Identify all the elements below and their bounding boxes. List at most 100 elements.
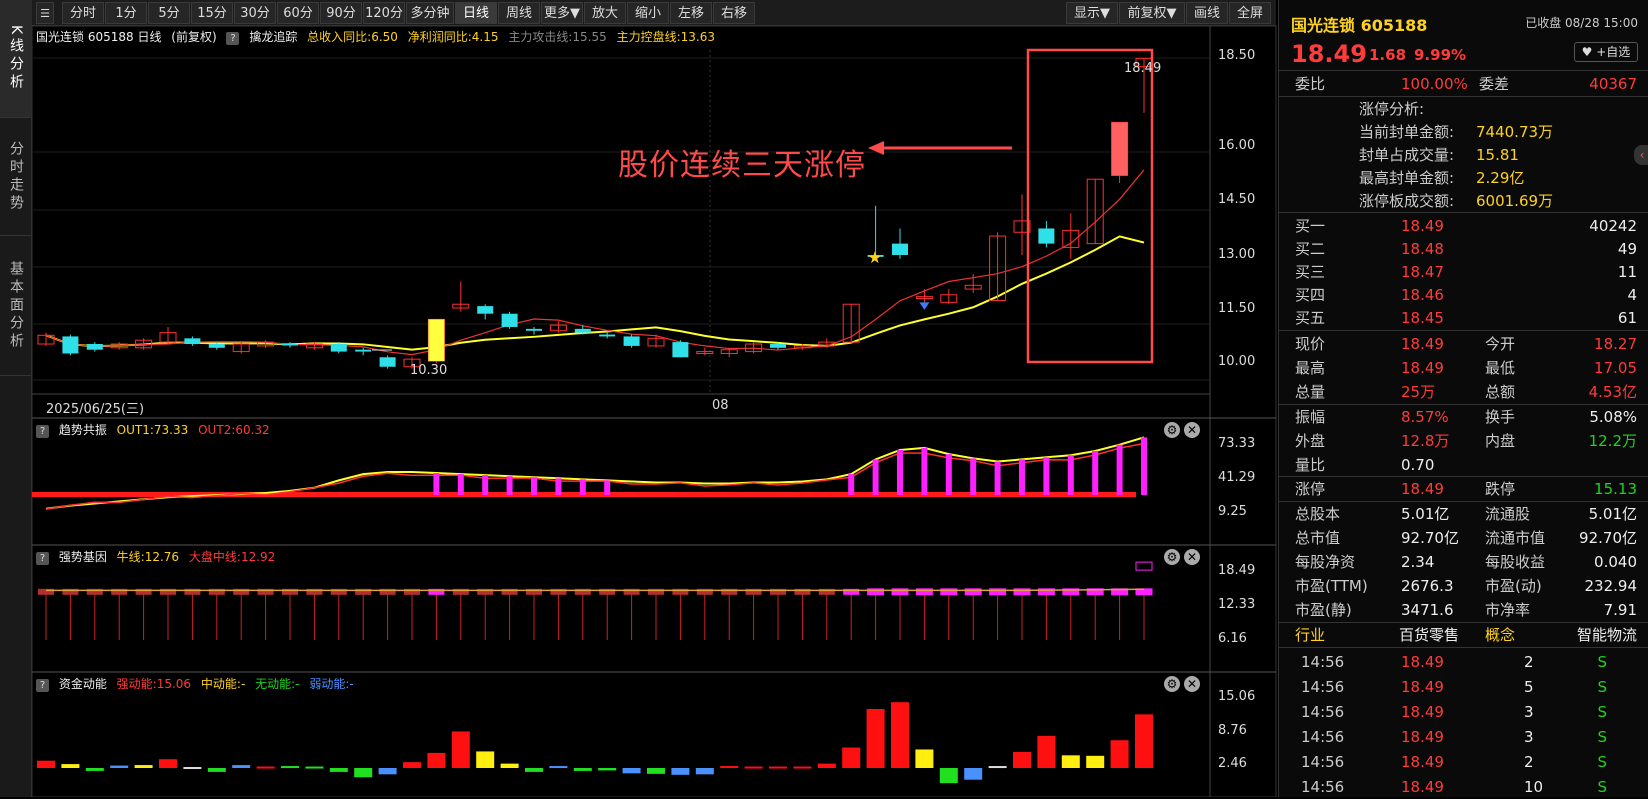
cell: 18.46: [1401, 286, 1444, 304]
toolbar-right-btn-3[interactable]: 全屏: [1229, 2, 1271, 24]
cell: S: [1597, 703, 1607, 721]
ma-red-line: [45, 169, 1145, 356]
pane1-header: ? 趋势共振 OUT1:73.33 OUT2:60.32: [36, 420, 276, 440]
cell: 市净率: [1485, 601, 1531, 619]
cell: 2: [1524, 753, 1534, 771]
help-icon[interactable]: ?: [36, 552, 49, 565]
candle-body-down: [526, 328, 542, 331]
weibi-row: 委比 100.00% 委差 40367: [1295, 75, 1637, 93]
toolbar-right-btn-2[interactable]: 画线: [1186, 2, 1228, 24]
candle-body-down: [282, 344, 298, 346]
cell: 12.2万: [1588, 432, 1637, 450]
date-label-left: 2025/06/25(三): [46, 402, 145, 417]
y-tick: 16.00: [1218, 138, 1256, 153]
pane3-bar: [37, 760, 55, 768]
pane3-bar: [1086, 755, 1105, 768]
y-tick: 41.29: [1218, 470, 1256, 485]
cell: 最高: [1295, 359, 1326, 377]
candle-body-down: [62, 336, 79, 354]
pane1-bar: [1116, 444, 1123, 495]
toolbar-btn-12[interactable]: 放大: [584, 2, 626, 24]
stat2-row: 量比 0.70: [1279, 453, 1648, 477]
settings-gear-icon[interactable]: ⚙: [1164, 549, 1180, 565]
pane3-bar: [403, 762, 421, 768]
cell: 14:56: [1301, 728, 1345, 746]
close-icon[interactable]: ✕: [1184, 422, 1200, 438]
add-favorite-button[interactable]: ♥ +自选: [1574, 42, 1638, 62]
cell: 17.05: [1594, 359, 1637, 377]
pane1-bar: [945, 454, 952, 495]
pane3-bar: [647, 768, 665, 774]
pane1-bar: [1141, 437, 1147, 495]
candle-body-down: [599, 334, 616, 337]
close-icon[interactable]: ✕: [1184, 676, 1200, 692]
collapse-panel-icon[interactable]: ‹: [1634, 145, 1648, 165]
cell: 4.53亿: [1588, 383, 1637, 401]
toolbar-btn-6[interactable]: 90分: [320, 2, 362, 24]
stat-row: 最高 18.49 最低 17.05: [1279, 356, 1648, 380]
toolbar-btn-5[interactable]: 60分: [277, 2, 319, 24]
settings-gear-icon[interactable]: ⚙: [1164, 422, 1180, 438]
toolbar-btn-8[interactable]: 多分钟: [406, 2, 454, 24]
cell: 14:56: [1301, 653, 1345, 671]
concept-value[interactable]: 智能物流: [1577, 623, 1637, 647]
cell: 2.34: [1401, 553, 1435, 571]
pane3-bar: [85, 768, 104, 771]
pane1-bar: [872, 459, 879, 495]
cell: 5: [1524, 678, 1534, 696]
pane3-bar: [1110, 740, 1129, 768]
toolbar-btn-2[interactable]: 5分: [148, 2, 190, 24]
toolbar-btn-3[interactable]: 15分: [191, 2, 233, 24]
toolbar-btn-11[interactable]: 更多▼: [541, 2, 583, 24]
toolbar-btn-14[interactable]: 左移: [670, 2, 712, 24]
cell: 总股本: [1295, 505, 1341, 523]
pane3-bar: [159, 759, 177, 768]
toolbar-btn-13[interactable]: 缩小: [627, 2, 669, 24]
zt-row: 封单占成交量: 15.81: [1279, 143, 1648, 167]
toolbar-btn-15[interactable]: 右移: [713, 2, 755, 24]
y-tick: 14.50: [1218, 192, 1256, 207]
candle-body-down: [1038, 228, 1055, 244]
pane3-bar: [1135, 714, 1153, 768]
toolbar-btn-0[interactable]: 分时: [62, 2, 104, 24]
toolbar-right-btn-0[interactable]: 显示▼: [1066, 2, 1118, 24]
close-icon[interactable]: ✕: [1184, 549, 1200, 565]
cell: S: [1597, 653, 1607, 671]
cell: 14:56: [1301, 753, 1345, 771]
pane1-bar: [433, 473, 440, 495]
pane1-bar: [457, 474, 464, 495]
candle-body-down: [379, 357, 396, 367]
cell: 14:56: [1301, 703, 1345, 721]
cell: 3: [1524, 703, 1534, 721]
pane1-out1-line: [45, 436, 1145, 510]
cell: 2.29亿: [1476, 169, 1525, 187]
help-icon[interactable]: ?: [36, 425, 49, 438]
pane3-bar: [110, 765, 129, 768]
candle-body-down: [330, 344, 347, 352]
cell: 18.49: [1401, 678, 1444, 696]
cell: 18.49: [1401, 753, 1444, 771]
highlight-box: [1026, 48, 1154, 364]
toolbar-right-btn-1[interactable]: 前复权▼: [1119, 2, 1185, 24]
toolbar-btn-4[interactable]: 30分: [234, 2, 276, 24]
cell: 0.70: [1401, 456, 1435, 474]
highlight-candle: [428, 319, 445, 362]
pane3-bar: [988, 766, 1007, 769]
y-tick: 73.33: [1218, 436, 1256, 451]
pane3-bar: [378, 768, 397, 775]
settings-gear-icon[interactable]: ⚙: [1164, 676, 1180, 692]
tick-row: 14:56 18.49 2 S: [1279, 650, 1648, 674]
pane3-bar: [573, 768, 592, 771]
toolbar-btn-1[interactable]: 1分: [105, 2, 147, 24]
toolbar-btn-10[interactable]: 周线: [498, 2, 540, 24]
annotation-arrowhead: [868, 141, 884, 155]
toolbar-btn-9[interactable]: 日线: [455, 2, 497, 24]
industry-value[interactable]: 百货零售: [1399, 623, 1459, 647]
pane1-bar: [604, 480, 611, 495]
concept-label: 概念: [1485, 626, 1516, 644]
help-icon[interactable]: ?: [36, 679, 49, 692]
pane3-bar: [427, 752, 446, 768]
cell: 5.01亿: [1401, 505, 1450, 523]
pane1-bar: [579, 479, 586, 495]
toolbar-btn-7[interactable]: 120分: [363, 2, 405, 24]
